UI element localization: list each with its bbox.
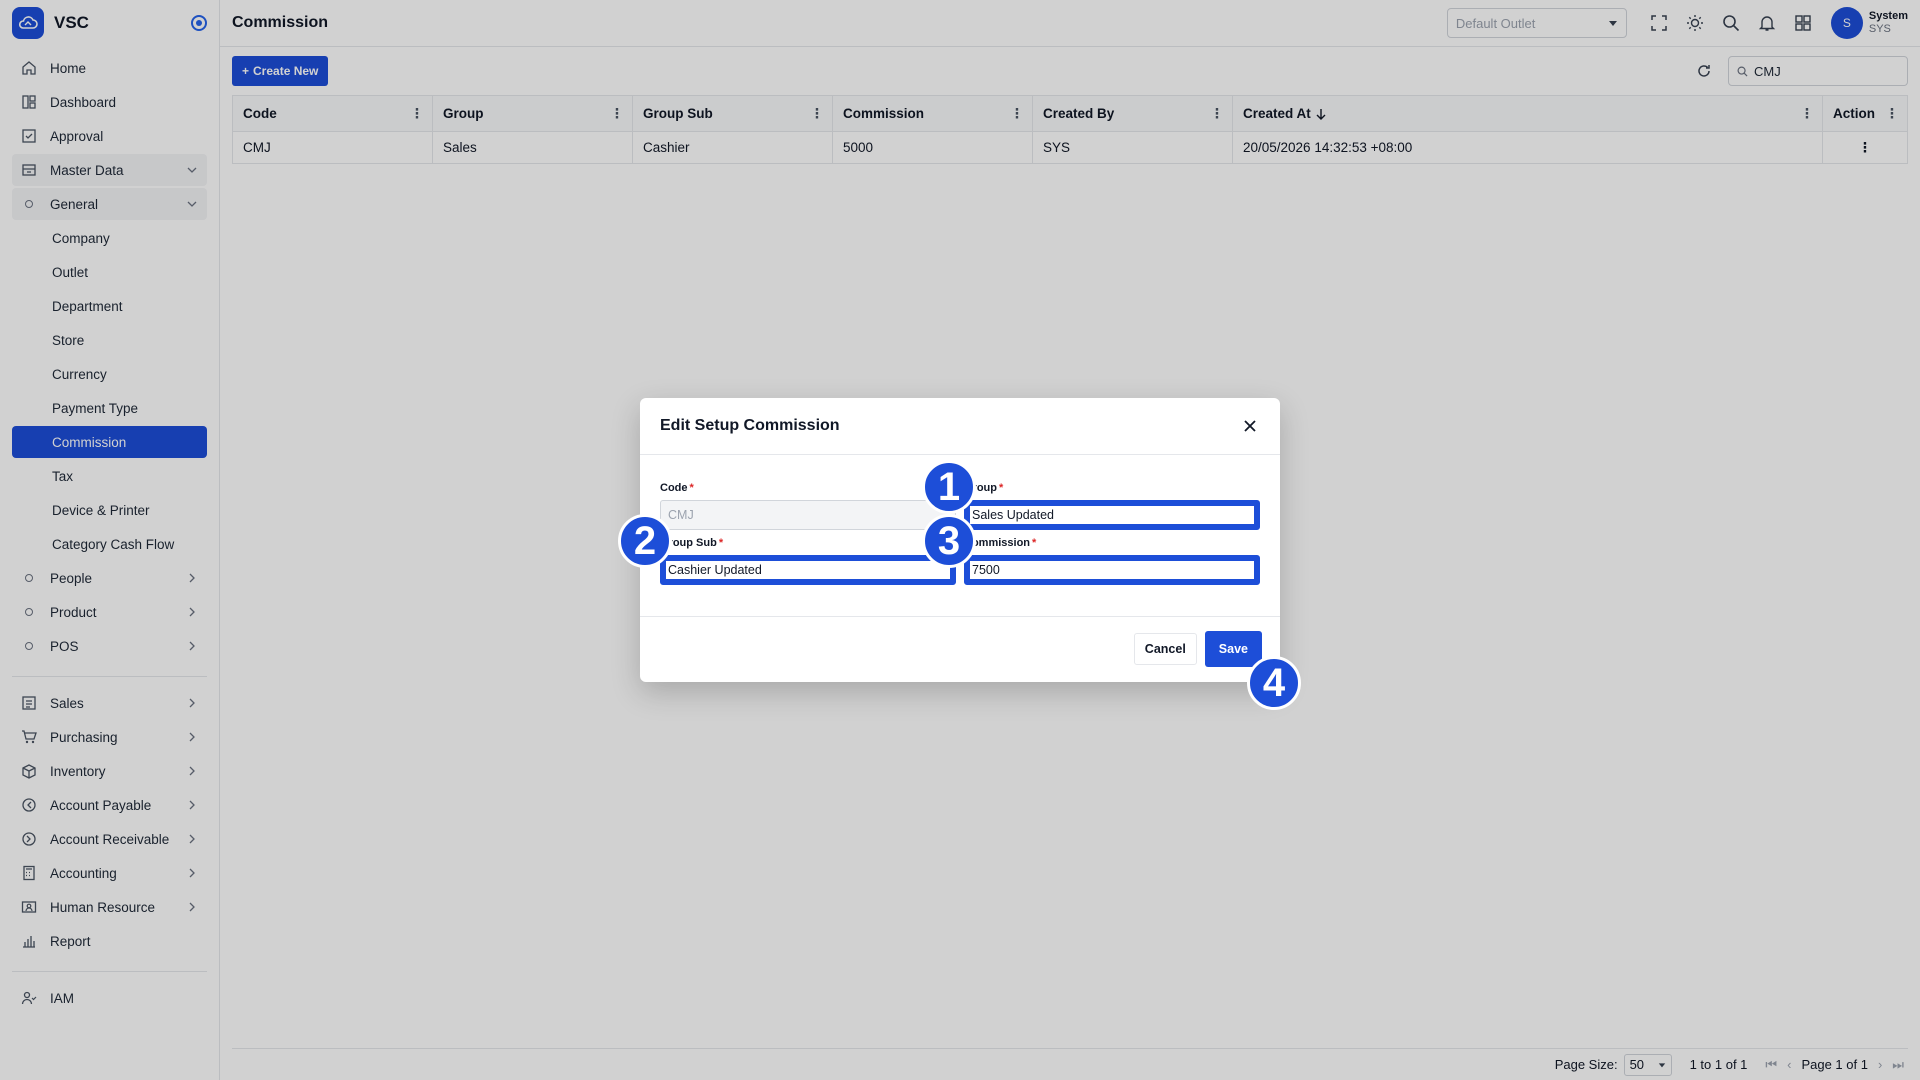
group-field: Group * Sales Updated bbox=[964, 482, 1260, 530]
dialog-header: Edit Setup Commission bbox=[640, 398, 1280, 455]
step-marker-1: 1 bbox=[922, 460, 976, 514]
commission-input[interactable]: 7500 bbox=[964, 555, 1260, 585]
group-sub-input[interactable]: Cashier Updated bbox=[660, 555, 956, 585]
code-label: Code * bbox=[660, 482, 694, 494]
group-sub-label: Group Sub * bbox=[660, 537, 724, 549]
commission-field: Commission * 7500 bbox=[964, 537, 1260, 585]
dialog-title: Edit Setup Commission bbox=[660, 417, 840, 434]
step-marker-2: 2 bbox=[618, 514, 672, 568]
step-marker-4: 4 bbox=[1247, 656, 1301, 710]
dialog-footer: Cancel Save bbox=[640, 617, 1280, 681]
close-icon[interactable] bbox=[1240, 416, 1260, 436]
group-sub-field: Group Sub * Cashier Updated bbox=[660, 537, 956, 585]
cancel-button[interactable]: Cancel bbox=[1133, 633, 1197, 665]
group-input[interactable]: Sales Updated bbox=[964, 500, 1260, 530]
step-marker-3: 3 bbox=[922, 514, 976, 568]
group-label: Group * bbox=[964, 482, 1004, 494]
commission-label: Commission * bbox=[964, 537, 1037, 549]
code-input[interactable]: CMJ bbox=[660, 500, 956, 530]
save-button[interactable]: Save bbox=[1204, 631, 1262, 667]
code-field: Code * CMJ bbox=[660, 482, 956, 530]
